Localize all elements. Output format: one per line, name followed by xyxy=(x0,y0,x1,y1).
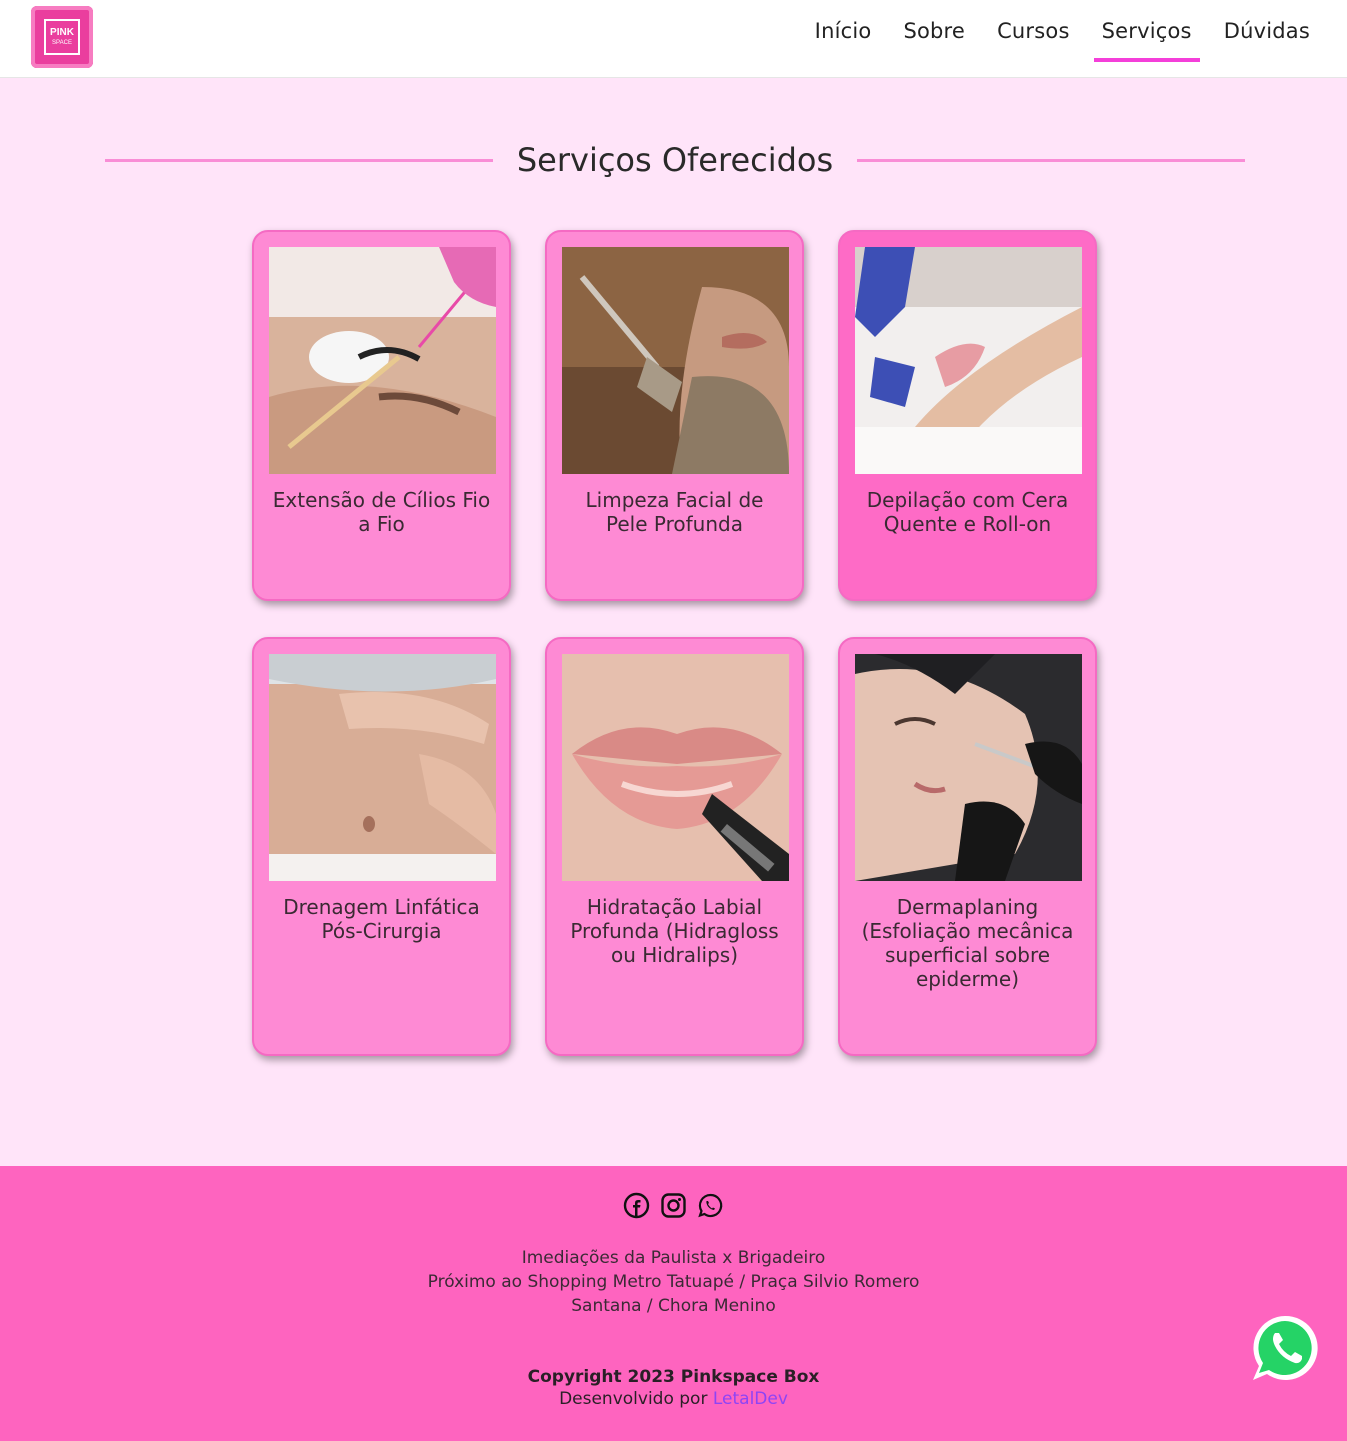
waxing-photo xyxy=(855,247,1082,474)
service-title: Dermaplaning (Esfoliação mecânica superf… xyxy=(861,895,1074,991)
nav-item-servicos[interactable]: Serviços xyxy=(1093,0,1200,62)
service-card[interactable]: Depilação com Cera Quente e Roll-on xyxy=(838,230,1097,601)
lymphatic-drainage-photo xyxy=(269,654,496,881)
footer-addresses: Imediações da Paulista x Brigadeiro Próx… xyxy=(0,1246,1347,1318)
logo-text-top: PINK xyxy=(50,27,74,38)
main-nav: Início Sobre Cursos Serviços Dúvidas xyxy=(791,0,1318,78)
developed-by-label: Desenvolvido por xyxy=(559,1389,708,1409)
site-header: PINK SPACE Início Sobre Cursos Serviços … xyxy=(0,0,1347,78)
service-title: Limpeza Facial de Pele Profunda xyxy=(585,488,764,536)
nav-item-inicio[interactable]: Início xyxy=(807,0,880,62)
service-card[interactable]: Hidratação Labial Profunda (Hidragloss o… xyxy=(545,637,804,1056)
social-links xyxy=(0,1192,1347,1219)
service-title: Depilação com Cera Quente e Roll-on xyxy=(866,488,1069,536)
nav-item-duvidas[interactable]: Dúvidas xyxy=(1216,0,1318,62)
footer-copyright: Copyright 2023 Pinkspace Box Desenvolvid… xyxy=(0,1366,1347,1410)
page-title: Serviços Oferecidos xyxy=(516,141,834,179)
dermaplaning-photo xyxy=(855,654,1082,881)
service-card[interactable]: Limpeza Facial de Pele Profunda xyxy=(545,230,804,601)
whatsapp-float-button[interactable] xyxy=(1249,1312,1321,1384)
address-line: Próximo ao Shopping Metro Tatuapé / Praç… xyxy=(427,1272,920,1292)
service-title: Extensão de Cílios Fio a Fio xyxy=(272,488,491,536)
logo-text-bottom: SPACE xyxy=(52,40,72,46)
service-title: Drenagem Linfática Pós-Cirurgia xyxy=(283,895,480,943)
heading-divider-left xyxy=(105,158,493,162)
eyelash-extension-photo xyxy=(269,247,496,474)
nav-item-sobre[interactable]: Sobre xyxy=(895,0,973,62)
lip-hydration-photo xyxy=(562,654,789,881)
developer-link[interactable]: LetalDev xyxy=(713,1389,788,1409)
whatsapp-icon[interactable] xyxy=(697,1192,724,1219)
service-card[interactable]: Dermaplaning (Esfoliação mecânica superf… xyxy=(838,637,1097,1056)
copyright-text: Copyright 2023 Pinkspace Box xyxy=(527,1367,820,1387)
address-line: Imediações da Paulista x Brigadeiro xyxy=(521,1248,826,1268)
facial-mask-photo xyxy=(562,247,789,474)
whatsapp-float-icon xyxy=(1253,1315,1318,1380)
address-line: Santana / Chora Menino xyxy=(571,1296,776,1316)
heading-divider-right xyxy=(857,158,1246,162)
instagram-icon[interactable] xyxy=(660,1192,687,1219)
facebook-icon[interactable] xyxy=(623,1192,650,1219)
developer-credit: Desenvolvido por LetalDev xyxy=(0,1388,1347,1410)
pinkspace-logo[interactable]: PINK SPACE xyxy=(31,6,93,68)
service-title: Hidratação Labial Profunda (Hidragloss o… xyxy=(570,895,779,967)
service-card[interactable]: Extensão de Cílios Fio a Fio xyxy=(252,230,511,601)
service-card[interactable]: Drenagem Linfática Pós-Cirurgia xyxy=(252,637,511,1056)
nav-item-cursos[interactable]: Cursos xyxy=(989,0,1078,62)
section-heading: Serviços Oferecidos xyxy=(105,138,1246,182)
